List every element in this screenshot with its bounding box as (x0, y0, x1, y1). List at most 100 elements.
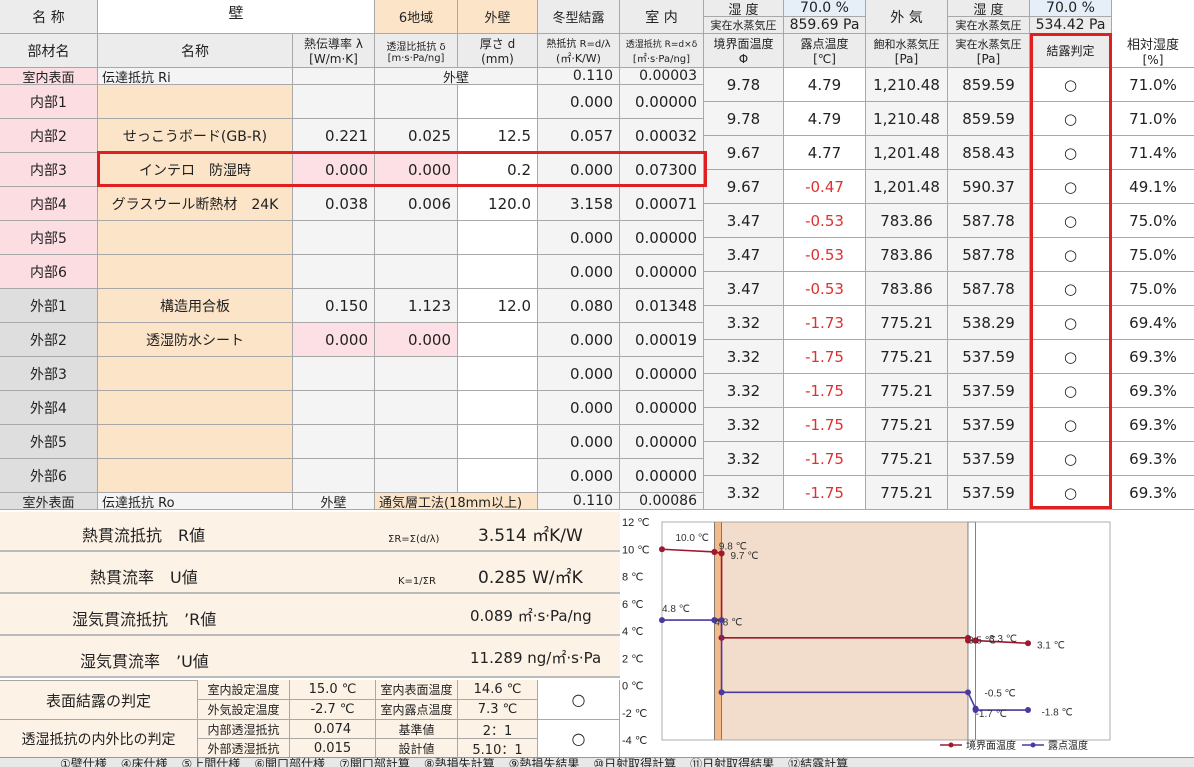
R-value: 0.000 (570, 262, 613, 281)
rh-cell: 75.0% (1112, 204, 1194, 238)
name-cell[interactable] (98, 255, 293, 289)
real-value: 587.78 (962, 211, 1015, 230)
wall-name-cell[interactable]: 壁 (98, 0, 375, 34)
R-cell: 0.080 (538, 289, 620, 323)
perm-cell[interactable] (375, 391, 458, 425)
name-cell[interactable] (98, 221, 293, 255)
dew-cell: 4.77 (784, 136, 866, 170)
lambda-cell[interactable] (293, 221, 375, 255)
lambda-cell[interactable] (293, 425, 375, 459)
sheet-tab[interactable]: ⑧熱損失計算 (424, 758, 495, 767)
indoor-humidity-cell[interactable]: 70.0 % (784, 0, 866, 17)
thick-cell[interactable] (458, 425, 538, 459)
sheet-tab[interactable]: ⑦開口部計算 (339, 758, 410, 767)
outer-wall-cell[interactable]: 外壁 (458, 0, 538, 34)
lambda-cell[interactable]: 0.038 (293, 187, 375, 221)
lambda-cell[interactable] (293, 85, 375, 119)
data-label: 3.1 ℃ (1037, 641, 1065, 652)
name-cell[interactable]: グラスウール断熱材 24K (98, 187, 293, 221)
perm-cell[interactable]: 通気層工法(18mm以上) (375, 493, 538, 510)
perm-cell[interactable]: 0.000 (375, 153, 458, 187)
outdoor-humidity-cell[interactable]: 70.0 % (1030, 0, 1112, 17)
thick-cell[interactable] (458, 85, 538, 119)
part-label: 外部2 (30, 332, 67, 349)
name-cell[interactable] (98, 425, 293, 459)
judge-value: ○ (1063, 211, 1078, 230)
lambda-cell[interactable] (293, 459, 375, 493)
rp-label: 湿気貫流抵抗 ’R値 (72, 610, 217, 629)
perm-cell[interactable] (375, 459, 458, 493)
outer-rp-value: 0.015 (313, 740, 352, 756)
col-sat-unit: [Pa] (894, 51, 919, 66)
thick-cell[interactable] (458, 459, 538, 493)
part-label: 内部2 (30, 128, 67, 145)
thick-cell[interactable] (458, 221, 538, 255)
lambda-cell[interactable] (293, 391, 375, 425)
indoor-vapor-cell: 859.69 Pa (784, 17, 866, 34)
rh-value: 69.4% (1129, 313, 1177, 332)
in-set-label: 室内設定温度 (207, 683, 280, 697)
thick-cell[interactable]: 120.0 (458, 187, 538, 221)
std-label: 基準値 (398, 722, 435, 737)
perm-cell[interactable]: 0.000 (375, 323, 458, 357)
sat-value: 775.21 (880, 449, 933, 468)
region-cell[interactable]: 6地域 (375, 0, 458, 34)
sheet-tab[interactable]: ⑥開口部仕様 (254, 758, 325, 767)
winter-cell: 冬型結露 (538, 0, 620, 34)
up-label: 湿気貫流率 ’U値 (80, 652, 209, 671)
sheet-tab[interactable]: ④床仕様 (121, 758, 168, 767)
in-surf-label: 室内表面温度 (380, 683, 453, 697)
lambda-cell[interactable]: 外壁 (293, 493, 375, 510)
R-cell: 0.000 (538, 459, 620, 493)
name-cell[interactable] (98, 85, 293, 119)
lambda-cell[interactable]: 0.150 (293, 289, 375, 323)
R-value: 0.000 (570, 364, 613, 383)
perm-cell[interactable] (375, 255, 458, 289)
perm-cell[interactable]: 0.025 (375, 119, 458, 153)
phi-cell: 3.32 (704, 374, 784, 408)
sheet-tab[interactable]: ⑫結露計算 (788, 758, 848, 767)
name-cell[interactable] (98, 459, 293, 493)
phi-value: 9.67 (726, 143, 761, 162)
perm-cell[interactable] (375, 357, 458, 391)
name-cell[interactable]: 伝達抵抗 Ri (98, 68, 293, 85)
lambda-cell[interactable]: 0.000 (293, 153, 375, 187)
lambda-cell[interactable] (293, 357, 375, 391)
rh-value: 69.3% (1129, 483, 1177, 502)
name-cell[interactable] (98, 357, 293, 391)
u-formula: K=1/ΣR (398, 576, 436, 587)
thick-cell[interactable]: 0.2 (458, 153, 538, 187)
perm-cell[interactable]: 1.123 (375, 289, 458, 323)
sheet-tab[interactable]: ①壁仕様 (60, 758, 107, 767)
name-cell[interactable]: 構造用合板 (98, 289, 293, 323)
perm-cell[interactable] (375, 425, 458, 459)
thick-cell[interactable] (458, 323, 538, 357)
name-cell[interactable] (98, 391, 293, 425)
perm-cell[interactable]: 外壁 (375, 68, 538, 85)
perm-cell[interactable] (375, 221, 458, 255)
lambda-cell[interactable] (293, 255, 375, 289)
sheet-tab[interactable]: ⑪日射取得結果 (690, 758, 774, 767)
name-cell[interactable]: インテロ 防湿時 (98, 153, 293, 187)
thick-cell[interactable] (458, 391, 538, 425)
data-point (659, 546, 665, 553)
perm-cell[interactable]: 0.006 (375, 187, 458, 221)
name-cell[interactable]: 伝達抵抗 Ro (98, 493, 293, 510)
name-cell[interactable]: せっこうボード(GB-R) (98, 119, 293, 153)
sheet-tab[interactable]: ⑨熱損失結果 (509, 758, 580, 767)
sheet-tab[interactable]: ⑩日射取得計算 (593, 758, 676, 767)
data-label: -1.7 ℃ (976, 709, 1007, 720)
lambda-cell[interactable] (293, 68, 375, 85)
thick-cell[interactable] (458, 255, 538, 289)
phi-cell: 3.47 (704, 204, 784, 238)
thick-cell[interactable]: 12.5 (458, 119, 538, 153)
R-value: 0.000 (570, 92, 613, 111)
thick-cell[interactable] (458, 357, 538, 391)
lambda-cell[interactable]: 0.000 (293, 323, 375, 357)
perm-cell[interactable] (375, 85, 458, 119)
thick-cell[interactable]: 12.0 (458, 289, 538, 323)
lambda-cell[interactable]: 0.221 (293, 119, 375, 153)
data-label: 9.7 ℃ (731, 551, 759, 562)
name-cell[interactable]: 透湿防水シート (98, 323, 293, 357)
sheet-tab[interactable]: ⑤上間仕様 (182, 758, 241, 767)
